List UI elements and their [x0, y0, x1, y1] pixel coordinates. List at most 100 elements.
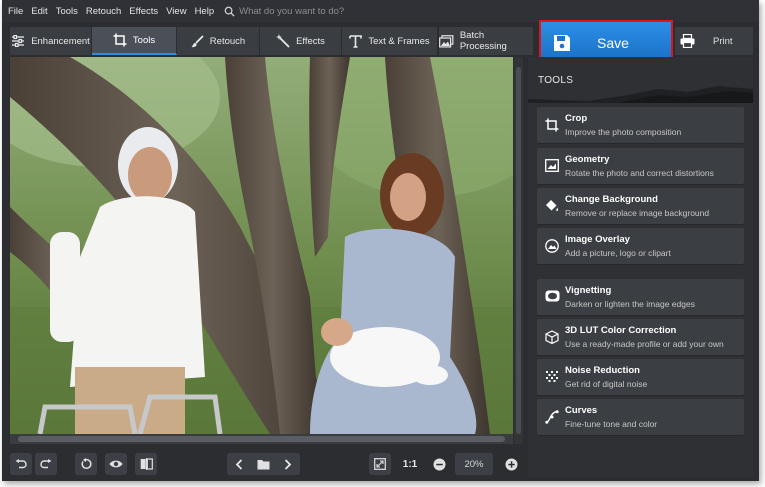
menu-file[interactable]: File — [8, 6, 23, 17]
compare-icon — [140, 458, 153, 470]
app-window: File Edit Tools Retouch Effects View Hel… — [2, 0, 759, 481]
tool-3d-lut[interactable]: 3D LUT Color Correction Use a ready-made… — [537, 319, 744, 355]
zoom-out-button[interactable] — [429, 453, 449, 475]
tool-noise-reduction[interactable]: Noise Reduction Get rid of digital noise — [537, 359, 744, 395]
noise-icon — [546, 371, 558, 382]
tool-title: 3D LUT Color Correction — [565, 325, 677, 336]
tool-description: Fine-tune tone and color — [565, 419, 658, 429]
search-icon — [224, 6, 235, 17]
tool-title: Image Overlay — [565, 234, 630, 245]
tab-text-frames[interactable]: Text & Frames — [342, 27, 438, 55]
zoom-level[interactable]: 20% — [455, 453, 493, 475]
fit-to-window-button[interactable] — [369, 453, 391, 475]
eye-icon — [109, 460, 123, 468]
next-photo-button[interactable] — [277, 453, 299, 475]
text-icon — [349, 34, 363, 48]
cube-icon — [545, 330, 559, 344]
brush-icon — [191, 34, 204, 47]
sliders-icon — [12, 35, 25, 47]
menu-effects[interactable]: Effects — [129, 6, 158, 17]
geometry-icon — [545, 159, 559, 172]
redo-icon — [40, 459, 52, 469]
scrollbar-thumb[interactable] — [516, 67, 521, 434]
fit-screen-icon — [374, 458, 386, 470]
tool-description: Darken or lighten the image edges — [565, 299, 695, 309]
image-overlay-icon — [545, 239, 559, 253]
photo-canvas[interactable] — [10, 57, 513, 434]
chevron-right-icon — [284, 458, 292, 470]
open-folder-button[interactable] — [252, 453, 274, 475]
tool-change-background[interactable]: Change Background Remove or replace imag… — [537, 188, 744, 224]
printer-icon — [680, 34, 695, 48]
menu-tools[interactable]: Tools — [56, 6, 78, 17]
actual-size-button[interactable]: 1:1 — [398, 453, 422, 475]
tool-title: Change Background — [565, 194, 658, 205]
search-box[interactable] — [224, 5, 380, 17]
folder-icon — [257, 459, 269, 469]
bottom-toolbar: 1:1 20% — [2, 447, 527, 481]
tool-description: Add a picture, logo or clipart — [565, 248, 671, 258]
print-label: Print — [713, 35, 733, 47]
panel-header-decoration — [528, 86, 753, 103]
reset-button[interactable] — [75, 453, 97, 475]
undo-button[interactable] — [10, 453, 32, 475]
tool-vignetting[interactable]: Vignetting Darken or lighten the image e… — [537, 279, 744, 315]
tool-description: Get rid of digital noise — [565, 379, 648, 389]
menu-help[interactable]: Help — [195, 6, 215, 17]
tab-tools[interactable]: Tools — [92, 27, 177, 55]
scrollbar-thumb[interactable] — [18, 436, 505, 442]
tool-description: Rotate the photo and correct distortions — [565, 168, 714, 178]
crop-icon — [545, 118, 559, 132]
tab-label: Batch Processing — [459, 30, 507, 52]
tool-crop[interactable]: Crop Improve the photo composition — [537, 107, 744, 143]
tab-enhancement[interactable]: Enhancement — [10, 27, 92, 55]
tab-label: Tools — [132, 34, 156, 46]
menu-retouch[interactable]: Retouch — [86, 6, 121, 17]
tab-label: Effects — [296, 35, 325, 47]
tab-bar: Enhancement Tools Retouch Effects Text &… — [2, 27, 542, 55]
previous-photo-button[interactable] — [228, 453, 250, 475]
vignette-icon — [545, 290, 560, 302]
preview-button[interactable] — [105, 453, 127, 475]
menu-bar: File Edit Tools Retouch Effects View Hel… — [2, 0, 759, 22]
tool-image-overlay[interactable]: Image Overlay Add a picture, logo or cli… — [537, 228, 744, 264]
tab-label: Enhancement — [31, 35, 90, 47]
save-label: Save — [597, 34, 629, 51]
paint-bucket-icon — [546, 200, 559, 212]
undo-icon — [15, 459, 27, 469]
menu-view[interactable]: View — [166, 6, 186, 17]
tool-description: Use a ready-made profile or add your own — [565, 339, 724, 349]
magic-wand-icon — [276, 34, 290, 48]
plus-circle-icon — [505, 458, 517, 470]
tab-retouch[interactable]: Retouch — [177, 27, 260, 55]
rotate-reset-icon — [81, 458, 92, 469]
menu-edit[interactable]: Edit — [31, 6, 47, 17]
tab-label: Retouch — [209, 35, 246, 47]
tool-title: Noise Reduction — [565, 365, 640, 376]
tool-description: Improve the photo composition — [565, 127, 682, 137]
tab-effects[interactable]: Effects — [260, 27, 342, 55]
redo-button[interactable] — [35, 453, 57, 475]
horizontal-scrollbar[interactable] — [10, 434, 513, 444]
print-button[interactable]: Print — [675, 27, 753, 55]
tool-title: Vignetting — [565, 285, 612, 296]
tool-curves[interactable]: Curves Fine-tune tone and color — [537, 399, 744, 435]
tool-title: Crop — [565, 113, 588, 124]
minus-circle-icon — [433, 458, 445, 470]
curves-icon — [545, 410, 559, 424]
search-input[interactable] — [239, 5, 380, 17]
images-icon — [439, 34, 454, 48]
compare-button[interactable] — [135, 453, 157, 475]
tab-batch-processing[interactable]: Batch Processing — [439, 27, 534, 55]
floppy-disk-icon — [554, 34, 570, 51]
crop-icon — [113, 33, 127, 47]
vertical-scrollbar[interactable] — [514, 57, 523, 444]
tab-label: Text & Frames — [368, 35, 430, 47]
tool-geometry[interactable]: Geometry Rotate the photo and correct di… — [537, 148, 744, 184]
tools-panel: TOOLS Crop Improve the photo composition… — [528, 57, 753, 477]
tool-title: Geometry — [565, 154, 610, 165]
photo-image — [10, 57, 513, 434]
chevron-left-icon — [235, 458, 243, 470]
zoom-in-button[interactable] — [501, 453, 521, 475]
tool-description: Remove or replace image background — [565, 208, 710, 218]
